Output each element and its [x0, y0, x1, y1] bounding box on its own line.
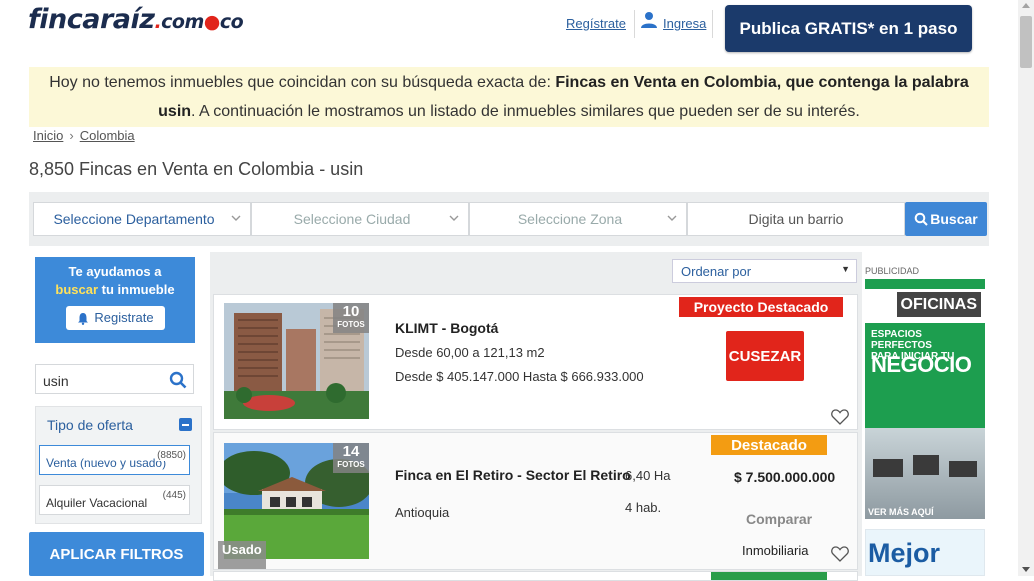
apply-filters-button[interactable]: APLICAR FILTROS [29, 532, 204, 576]
listing-card[interactable]: 10 FOTOS Proyecto Destacado KLIMT - Bogot… [213, 294, 858, 430]
search-button-label: Buscar [930, 211, 978, 227]
breadcrumb-home-link[interactable]: Inicio [33, 128, 63, 143]
search-bar: Seleccione Departamento Seleccione Ciuda… [29, 192, 989, 246]
listing-card[interactable] [213, 571, 858, 581]
header: fincaraíz.com●co Regístrate Ingresa Publ… [0, 0, 1018, 62]
ad-more-link[interactable]: VER MÁS AQUÍ [868, 507, 934, 517]
listing-price: Desde $ 405.147.000 Hasta $ 666.933.000 [395, 369, 644, 384]
help-search-box: Te ayudamos a buscar tu inmueble Registr… [35, 257, 195, 343]
photo-count-badge: 14 FOTOS [333, 443, 369, 473]
keyword-input[interactable]: usin [35, 364, 194, 394]
barrio-placeholder: Digita un barrio [748, 211, 844, 227]
logo-main-text: fincaraíz [28, 4, 155, 35]
page-title: 8,850 Fincas en Venta en Colombia - usin [29, 159, 364, 179]
filter-option-count: (445) [162, 490, 186, 501]
sidebar-register-label: Registrate [94, 310, 154, 325]
keyword-value: usin [43, 373, 69, 389]
filter-option-venta[interactable]: Venta (nuevo y usado) (8850) [39, 445, 190, 475]
listing-area: Desde 60,00 a 121,13 m2 [395, 345, 545, 360]
listing-location: Antioquia [395, 505, 450, 520]
logo-co-text: co [219, 11, 244, 33]
listing-rooms: 4 hab. [625, 500, 662, 515]
listing-title[interactable]: KLIMT - Bogotá [395, 320, 498, 336]
scroll-down-arrow-icon[interactable] [1022, 567, 1030, 572]
ad-headline: NEGOCIO [871, 352, 972, 377]
ad-title: OFICINAS [865, 289, 985, 323]
logo-com-text: com [161, 11, 204, 33]
chevron-down-icon [449, 215, 459, 221]
filter-title[interactable]: Tipo de oferta [47, 417, 133, 433]
register-link[interactable]: Regístrate [566, 16, 626, 31]
collapse-icon[interactable] [179, 418, 192, 431]
ad2-headline: Mejor [868, 538, 941, 568]
secondary-ad-banner[interactable]: Mejor [865, 529, 985, 576]
zone-select[interactable]: Seleccione Zona [469, 202, 687, 236]
order-by-select[interactable]: Ordenar por ▼ [672, 259, 857, 283]
search-icon[interactable] [169, 371, 187, 389]
breadcrumb: Inicio › Colombia [33, 128, 135, 143]
sidebar-register-button[interactable]: Registrate [66, 306, 165, 330]
breadcrumb-separator: › [69, 128, 74, 143]
heart-icon[interactable] [831, 546, 849, 562]
department-select[interactable]: Seleccione Departamento [33, 202, 251, 236]
department-select-label: Seleccione Departamento [53, 211, 215, 227]
dropdown-arrow-icon: ▼ [841, 264, 850, 274]
scroll-up-arrow-icon[interactable] [1022, 3, 1030, 8]
listing-area: 6,40 Ha [625, 468, 671, 483]
featured-project-ribbon: Proyecto Destacado [679, 297, 843, 317]
filter-option-alquiler[interactable]: Alquiler Vacacional (445) [39, 485, 190, 515]
page-scrollbar[interactable] [1018, 0, 1034, 576]
notice-text-a: Hoy no tenemos inmuebles que coincidan c… [49, 74, 556, 91]
help-line2: tu inmueble [98, 282, 175, 297]
search-icon [914, 212, 928, 226]
header-divider [634, 10, 635, 38]
filter-option-label: Venta (nuevo y usado) [46, 456, 167, 470]
featured-ribbon [711, 572, 827, 580]
photo-count: 14 [342, 443, 360, 460]
offer-type-filter: Tipo de oferta Venta (nuevo y usado) (88… [35, 406, 202, 524]
no-exact-results-notice: Hoy no tenemos inmuebles que coincidan c… [29, 67, 989, 127]
city-select-label: Seleccione Ciudad [293, 211, 411, 227]
bell-icon [78, 312, 89, 325]
notice-text-c: . A continuación le mostramos un listado… [191, 103, 860, 120]
search-button[interactable]: Buscar [905, 202, 987, 236]
site-logo[interactable]: fincaraíz.com●co [28, 4, 244, 35]
filter-option-label: Alquiler Vacacional [46, 496, 148, 510]
header-divider [712, 10, 713, 38]
builder-logo[interactable]: CUSEZAR [726, 331, 804, 381]
ads-label: PUBLICIDAD [865, 266, 920, 276]
condition-badge: Usado [218, 541, 266, 569]
listing-title[interactable]: Finca en El Retiro - Sector El Retiro [395, 467, 631, 483]
photo-count: 10 [342, 303, 360, 320]
office-ad-banner[interactable]: OFICINAS ESPACIOS PERFECTOS PARA INICIAR … [865, 279, 985, 519]
city-select[interactable]: Seleccione Ciudad [251, 202, 469, 236]
help-line1: Te ayudamos a [68, 264, 162, 279]
listing-photo[interactable]: 10 FOTOS [224, 303, 369, 419]
zone-select-label: Seleccione Zona [517, 211, 623, 227]
barrio-input[interactable]: Digita un barrio [687, 202, 905, 236]
chevron-down-icon [667, 215, 677, 221]
chevron-down-icon [231, 215, 241, 221]
compare-button[interactable]: Comparar [746, 511, 812, 527]
breadcrumb-colombia-link[interactable]: Colombia [80, 128, 135, 143]
publish-free-button[interactable]: Publica GRATIS* en 1 paso [725, 5, 972, 52]
listing-card[interactable]: 14 FOTOS Usado Destacado Finca en El Reti… [213, 432, 858, 570]
order-by-label: Ordenar por [681, 264, 752, 279]
photo-count-badge: 10 FOTOS [333, 303, 369, 333]
help-search-link[interactable]: buscar [55, 282, 98, 297]
user-icon[interactable] [640, 11, 658, 29]
login-link[interactable]: Ingresa [663, 16, 706, 31]
listing-price: $ 7.500.000.000 [734, 469, 836, 485]
featured-ribbon: Destacado [711, 435, 827, 455]
seller-type: Inmobiliaria [742, 543, 809, 558]
photo-count-label: FOTOS [337, 460, 365, 469]
filter-option-count: (8850) [157, 450, 186, 461]
photo-count-label: FOTOS [337, 320, 365, 329]
heart-icon[interactable] [831, 409, 849, 425]
scrollbar-thumb[interactable] [1020, 16, 1032, 68]
